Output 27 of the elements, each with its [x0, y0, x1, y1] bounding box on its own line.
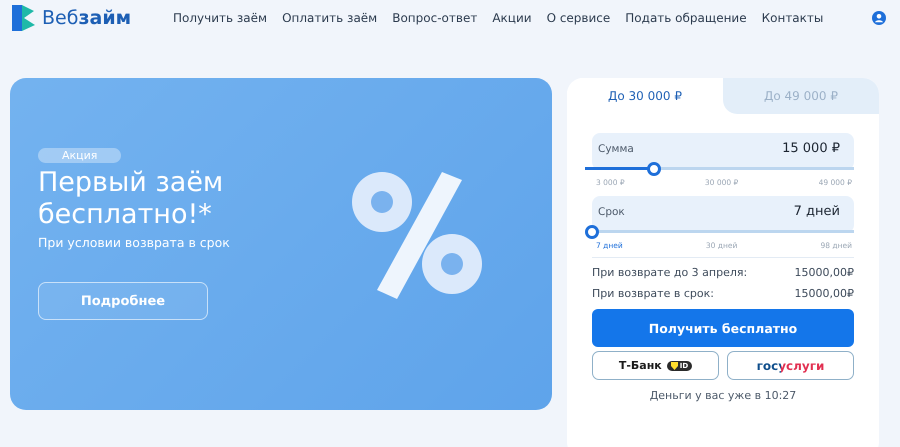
tbank-label: Т-Банк	[618, 359, 662, 372]
promo-subtitle: При условии возврата в срок	[38, 235, 230, 250]
nav-link[interactable]: Контакты	[762, 10, 824, 24]
nav-link[interactable]: Вопрос-ответ	[392, 10, 478, 24]
nav-link[interactable]: Оплатить заём	[282, 10, 378, 24]
get-free-button[interactable]: Получить бесплатно	[592, 309, 854, 347]
slider-value: 15 000 ₽	[782, 141, 840, 156]
nav-link[interactable]: Подать обращение	[625, 10, 747, 24]
summary-label: При возврате до 3 апреля:	[592, 266, 748, 279]
summary-value: 15000,00₽	[794, 287, 854, 300]
slider-thumb[interactable]	[585, 225, 599, 239]
slider-thumb[interactable]	[646, 162, 661, 176]
slider-label: Срок	[598, 206, 625, 218]
summary-label: При возврате в срок:	[592, 287, 714, 300]
nav-link[interactable]: Акции	[492, 10, 532, 24]
gosuslugi-button[interactable]: госуслуги	[727, 351, 854, 380]
delivery-time-note: Деньги у вас уже в 10:27	[648, 389, 798, 402]
logo-text[interactable]: Вебзайм	[42, 6, 132, 28]
user-icon[interactable]	[872, 10, 886, 24]
slider-label: Сумма	[598, 142, 634, 154]
promo-badge: Акция	[38, 148, 122, 163]
nav-link[interactable]: О сервисе	[546, 10, 610, 24]
slider-value: 7 дней	[794, 204, 840, 219]
nav-link[interactable]: Получить заём	[173, 10, 268, 24]
promo-title: Первый заём бесплатно!*	[38, 167, 224, 231]
summary-value: 15000,00₽	[794, 266, 854, 279]
shield-icon	[670, 362, 678, 370]
